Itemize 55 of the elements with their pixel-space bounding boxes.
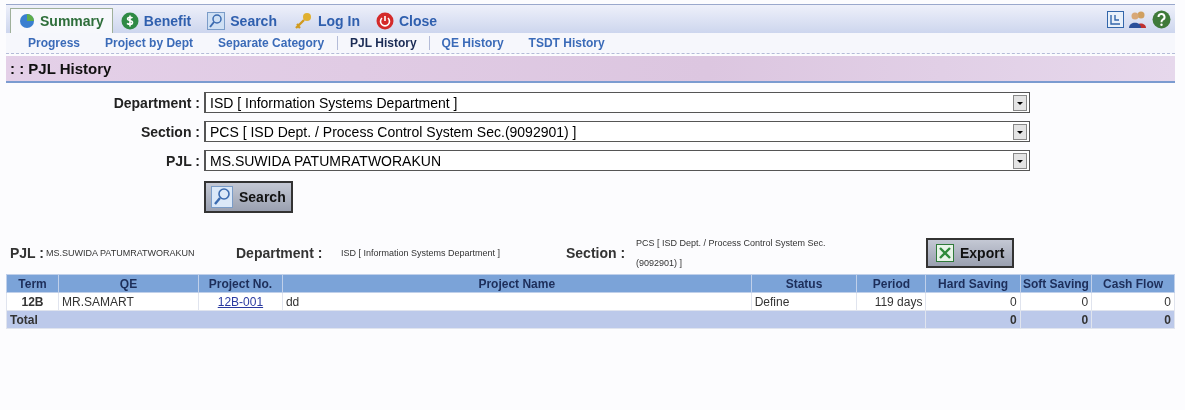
main-tab[interactable]: Summary	[10, 8, 113, 33]
field-label: Section :	[139, 123, 201, 140]
main-tab[interactable]: Benefit	[112, 9, 200, 33]
main-tab[interactable]: Log In	[284, 9, 368, 33]
table-cell: MR.SAMART	[62, 294, 134, 309]
table-cell: 119 days	[874, 294, 923, 309]
column-header: QE	[58, 274, 199, 293]
column-header: Project No.	[198, 274, 283, 293]
info-value: PCS [ ISD Dept. / Process Control System Sec. (9092901) ]	[636, 237, 827, 270]
help-icon[interactable]	[1152, 9, 1171, 29]
sub-tab[interactable]: Progress	[16, 36, 94, 50]
window-icon[interactable]	[1107, 10, 1124, 28]
export-button[interactable]: Export	[926, 238, 1015, 268]
column-header: Period	[856, 274, 926, 293]
column-header: Cash Flow	[1091, 274, 1175, 293]
section-header: : : PJL History	[6, 56, 1175, 83]
dollar-icon	[120, 12, 139, 30]
field-label: Department :	[112, 94, 201, 111]
total-value: 0	[1081, 312, 1089, 327]
users-icon[interactable]	[1128, 10, 1148, 28]
sub-tab[interactable]: Separate Category	[206, 36, 338, 50]
table-cell: 0	[1010, 294, 1017, 309]
column-header: Soft Saving	[1020, 274, 1092, 293]
info-label: Department :	[236, 245, 324, 261]
total-label: Total	[10, 312, 38, 327]
sub-tab[interactable]: PJL History	[337, 36, 430, 50]
main-tab[interactable]: Search	[199, 9, 285, 33]
info-label: PJL :	[10, 245, 45, 261]
power-icon	[375, 12, 394, 30]
column-header: Hard Saving	[925, 274, 1021, 293]
table-cell: 0	[1164, 294, 1171, 309]
spreadsheet-icon	[936, 244, 954, 262]
field-label: PJL :	[165, 152, 201, 169]
dropdown-field[interactable]: PCS [ ISD Dept. / Process Control System Sec.(9092901) ]	[204, 121, 1030, 142]
search-button[interactable]: Search	[204, 181, 293, 213]
sub-tab[interactable]: TSDT History	[516, 36, 618, 50]
dropdown-field[interactable]: MS.SUWIDA PATUMRATWORAKUN	[204, 150, 1030, 171]
search-icon	[211, 186, 233, 208]
column-header: Status	[751, 274, 857, 293]
table-cell: 0	[1081, 294, 1089, 309]
dropdown-field[interactable]: ISD [ Information Systems Department ]	[204, 92, 1030, 113]
total-value: 0	[1164, 312, 1171, 327]
info-label: Section :	[566, 245, 627, 261]
column-header: Project Name	[282, 274, 752, 293]
table-cell: 12B	[21, 294, 44, 309]
info-value: ISD [ Information Systems Department ]	[341, 248, 502, 258]
column-header: Term	[6, 274, 59, 293]
sub-tab[interactable]: QE History	[429, 36, 517, 50]
sub-tab[interactable]: Project by Dept	[93, 36, 207, 50]
main-tab[interactable]: Close	[367, 9, 446, 33]
table-cell: Define	[754, 294, 790, 309]
table-cell: dd	[285, 294, 300, 309]
search-icon	[207, 12, 226, 30]
info-value: MS.SUWIDA PATUMRATWORAKUN	[46, 248, 196, 258]
total-value: 0	[1010, 312, 1017, 327]
